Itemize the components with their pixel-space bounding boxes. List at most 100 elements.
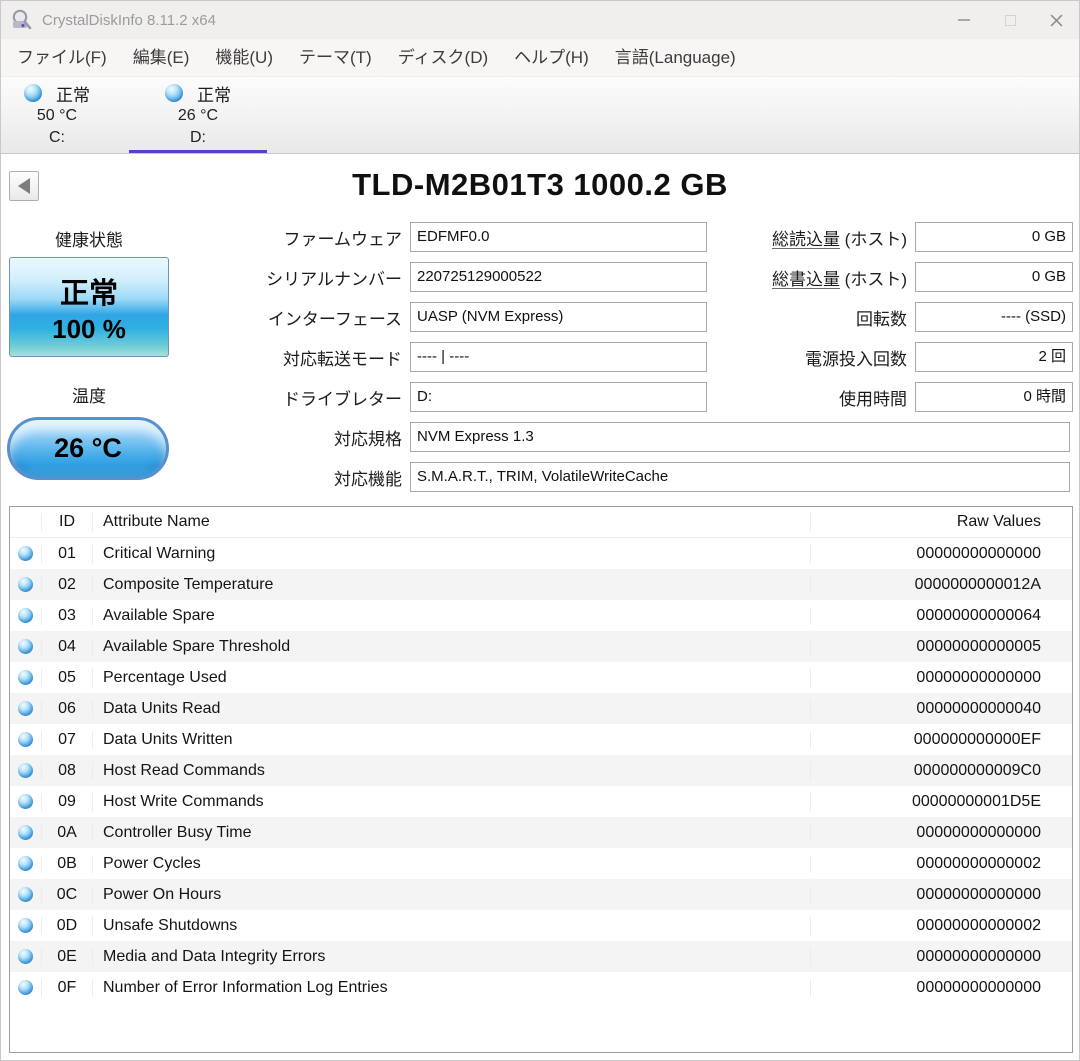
drive-status-orb-icon (24, 84, 42, 102)
attribute-id: 0F (41, 978, 92, 997)
attribute-raw-value: 00000000000064 (810, 606, 1072, 625)
drive-tab[interactable]: 正常 50 °C C: (0, 77, 125, 153)
table-row[interactable]: 0F Number of Error Information Log Entri… (10, 972, 1072, 1003)
attribute-id: 03 (41, 606, 92, 625)
table-row[interactable]: 02 Composite Temperature 0000000000012A (10, 569, 1072, 600)
field-value: D: (410, 382, 707, 412)
close-icon (1050, 14, 1062, 26)
drive-tab-status: 正常 (56, 85, 90, 105)
attribute-status-orb-icon (18, 949, 33, 964)
table-row[interactable]: 09 Host Write Commands 00000000001D5E (10, 786, 1072, 817)
field-label: 総書込量 (ホスト) (729, 265, 915, 290)
attribute-raw-value: 00000000001D5E (810, 792, 1072, 811)
table-row[interactable]: 07 Data Units Written 000000000000EF (10, 724, 1072, 755)
drive-tab-bar: 正常 50 °C C: 正常 26 °C D: (1, 77, 1079, 154)
field-label-suffix: (ホスト) (839, 269, 907, 289)
attribute-name: Data Units Read (92, 699, 810, 718)
table-row[interactable]: 0E Media and Data Integrity Errors 00000… (10, 941, 1072, 972)
table-row[interactable]: 0B Power Cycles 00000000000002 (10, 848, 1072, 879)
titlebar[interactable]: CrystalDiskInfo 8.11.2 x64 (1, 1, 1079, 39)
table-row[interactable]: 04 Available Spare Threshold 00000000000… (10, 631, 1072, 662)
drive-status-orb-icon (165, 84, 183, 102)
drive-tab-status: 正常 (197, 85, 231, 105)
field-label-suffix: (ホスト) (839, 229, 907, 249)
attribute-name: Composite Temperature (92, 575, 810, 594)
attribute-raw-value: 000000000009C0 (810, 761, 1072, 780)
info-row: 総読込量 (ホスト) 0 GB (729, 222, 1073, 252)
attribute-id: 05 (41, 668, 92, 687)
attribute-name: Media and Data Integrity Errors (92, 947, 810, 966)
menu-item[interactable]: 機能(U) (202, 39, 286, 76)
id-column-header[interactable]: ID (41, 513, 92, 531)
drive-tab-letter: C: (49, 129, 65, 146)
minimize-button[interactable] (941, 1, 987, 39)
table-row[interactable]: 06 Data Units Read 00000000000040 (10, 693, 1072, 724)
attribute-name: Controller Busy Time (92, 823, 810, 842)
info-row: 電源投入回数 2 回 (729, 342, 1073, 372)
attribute-name: Host Read Commands (92, 761, 810, 780)
attribute-raw-value: 00000000000005 (810, 637, 1072, 656)
menu-bar: ファイル(F) 編集(E) 機能(U) テーマ(T) ディスク(D) ヘルプ(H… (1, 39, 1079, 77)
attribute-status-orb-icon (18, 856, 33, 871)
attribute-raw-value: 00000000000000 (810, 947, 1072, 966)
field-label-link[interactable]: 総書込量 (772, 270, 840, 289)
attribute-id: 06 (41, 699, 92, 718)
drive-stats-form: 総読込量 (ホスト) 0 GB 総書込量 (ホスト) 0 GB 回転数 ----… (729, 222, 1073, 422)
maximize-button[interactable] (987, 1, 1033, 39)
menu-item[interactable]: 言語(Language) (602, 39, 749, 76)
table-header-row: ID Attribute Name Raw Values (10, 507, 1072, 538)
attribute-status-orb-icon (18, 670, 33, 685)
menu-item[interactable]: テーマ(T) (286, 39, 385, 76)
attribute-status-orb-icon (18, 732, 33, 747)
attribute-status-orb-icon (18, 918, 33, 933)
table-row[interactable]: 0C Power On Hours 00000000000000 (10, 879, 1072, 910)
attribute-status-orb-icon (18, 577, 33, 592)
attribute-name: Available Spare Threshold (92, 637, 810, 656)
attribute-raw-value: 00000000000000 (810, 885, 1072, 904)
name-column-header[interactable]: Attribute Name (92, 513, 810, 531)
table-row[interactable]: 03 Available Spare 00000000000064 (10, 600, 1072, 631)
selected-tab-indicator (129, 150, 267, 153)
drive-tab-letter: D: (190, 129, 206, 146)
table-row[interactable]: 0A Controller Busy Time 00000000000000 (10, 817, 1072, 848)
maximize-icon (1004, 14, 1016, 26)
minimize-icon (958, 19, 970, 21)
field-value: NVM Express 1.3 (410, 422, 1070, 452)
table-row[interactable]: 01 Critical Warning 00000000000000 (10, 538, 1072, 569)
attribute-status-orb-icon (18, 763, 33, 778)
field-label: 使用時間 (729, 385, 915, 410)
attribute-status-orb-icon (18, 608, 33, 623)
attribute-id: 0D (41, 916, 92, 935)
attribute-status-orb-icon (18, 701, 33, 716)
menu-item[interactable]: 編集(E) (120, 39, 203, 76)
attribute-name: Number of Error Information Log Entries (92, 978, 810, 997)
field-label-link[interactable]: 総読込量 (772, 230, 840, 249)
menu-item[interactable]: ヘルプ(H) (501, 39, 602, 76)
field-value: 0 GB (915, 262, 1073, 292)
field-label-link[interactable]: 使用時間 (839, 390, 907, 409)
attribute-id: 08 (41, 761, 92, 780)
attribute-name: Unsafe Shutdowns (92, 916, 810, 935)
attribute-status-orb-icon (18, 980, 33, 995)
app-icon (12, 9, 32, 30)
menu-item[interactable]: ディスク(D) (385, 39, 501, 76)
raw-values-column-header[interactable]: Raw Values (810, 513, 1072, 531)
attribute-status-orb-icon (18, 887, 33, 902)
drive-tab-temperature: 26 °C (177, 107, 219, 124)
table-row[interactable]: 05 Percentage Used 00000000000000 (10, 662, 1072, 693)
field-value: EDFMF0.0 (410, 222, 707, 252)
attribute-status-orb-icon (18, 639, 33, 654)
field-label-link[interactable]: 電源投入回数 (805, 350, 907, 369)
drive-tab[interactable]: 正常 26 °C D: (129, 77, 267, 153)
field-label: 対応機能 (334, 469, 402, 489)
field-label-link[interactable]: 回転数 (856, 310, 907, 329)
field-label: シリアルナンバー (266, 269, 402, 289)
close-button[interactable] (1033, 1, 1079, 39)
attribute-id: 0C (41, 885, 92, 904)
menu-item[interactable]: ファイル(F) (4, 39, 120, 76)
field-value: 220725129000522 (410, 262, 707, 292)
table-row[interactable]: 08 Host Read Commands 000000000009C0 (10, 755, 1072, 786)
table-row[interactable]: 0D Unsafe Shutdowns 00000000000002 (10, 910, 1072, 941)
attribute-id: 02 (41, 575, 92, 594)
field-label: ファームウェア (283, 229, 403, 249)
